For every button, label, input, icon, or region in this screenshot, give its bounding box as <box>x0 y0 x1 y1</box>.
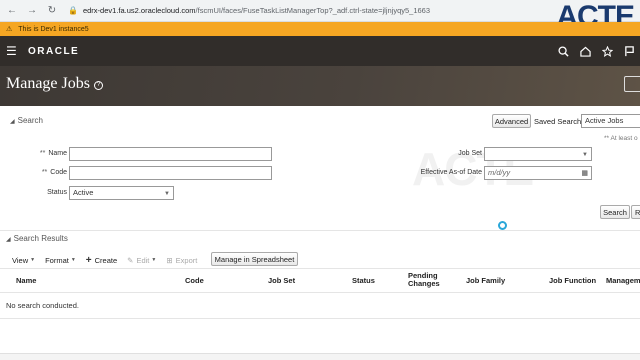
search-heading: Search <box>17 116 43 125</box>
chevron-down-icon: ▼ <box>164 191 170 197</box>
table-header-border <box>0 292 640 293</box>
page-title-band: Manage Jobs? <box>0 66 640 106</box>
status-label: Status <box>47 189 67 196</box>
oracle-logo: ORACLE <box>28 45 80 57</box>
job-set-select[interactable]: ▼ <box>484 147 592 161</box>
loading-spinner-icon <box>498 221 507 230</box>
lock-icon: 🔒 <box>68 6 78 15</box>
column-header-management[interactable]: Managem <box>606 277 640 285</box>
format-menu[interactable]: Format ▼ <box>45 256 76 265</box>
name-label: ** Name <box>30 150 67 157</box>
column-header-name[interactable]: Name <box>16 277 36 285</box>
star-icon[interactable] <box>596 40 618 62</box>
code-input[interactable] <box>69 166 272 180</box>
create-label: Create <box>94 255 118 265</box>
page-title: Manage Jobs? <box>6 75 103 93</box>
required-marker: ** <box>39 150 46 157</box>
chevron-down-icon: ▼ <box>151 257 157 263</box>
edit-label: Edit <box>136 255 150 265</box>
home-icon[interactable] <box>574 40 596 62</box>
status-select-value: Active <box>73 188 94 197</box>
column-header-code[interactable]: Code <box>185 277 204 285</box>
title-action-button[interactable] <box>624 76 640 92</box>
plus-icon: + <box>85 254 92 266</box>
browser-toolbar: ← → ↻ 🔒 edrx-dev1.fa.us2.oraclecloud.com… <box>0 0 640 22</box>
url-domain: edrx-dev1.fa.us2.oraclecloud.com <box>82 6 196 15</box>
chevron-down-icon: ▼ <box>582 152 588 158</box>
code-label: ** Code <box>30 169 67 176</box>
effective-date-placeholder: m/d/yy <box>488 168 511 177</box>
back-arrow-icon[interactable]: ← <box>4 3 20 19</box>
column-header-job-family[interactable]: Job Family <box>466 277 505 285</box>
pencil-icon: ✎ <box>127 255 134 265</box>
edit-button[interactable]: ✎ Edit ▼ <box>127 256 156 265</box>
saved-search-label: Saved Search <box>534 117 582 126</box>
chevron-down-icon: ▼ <box>70 257 76 263</box>
chevron-down-icon: ▼ <box>30 257 36 263</box>
warning-text: This is Dev1 instance5 <box>18 25 89 33</box>
page-title-text: Manage Jobs <box>6 75 90 92</box>
hamburger-menu-icon[interactable]: ☰ <box>6 44 28 58</box>
create-button[interactable]: + Create <box>86 255 117 266</box>
export-button[interactable]: ⊞ Export <box>166 256 197 265</box>
column-header-pending-changes[interactable]: Pending Changes <box>408 272 442 288</box>
instance-warning-bar: ⚠ This is Dev1 instance5 <box>0 22 640 36</box>
results-toolbar: View ▼ Format ▼ + Create ✎ Edit ▼ ⊞ Export <box>12 254 207 266</box>
manage-in-spreadsheet-button[interactable]: Manage in Spreadsheet <box>211 252 298 266</box>
calendar-icon[interactable]: ▦ <box>581 168 588 180</box>
oracle-header: ☰ ORACLE <box>0 36 640 66</box>
view-menu[interactable]: View ▼ <box>12 256 35 265</box>
help-icon[interactable]: ? <box>93 81 103 90</box>
warning-icon: ⚠ <box>6 26 13 33</box>
column-header-job-set[interactable]: Job Set <box>268 277 295 285</box>
url-path: /fscmUI/faces/FuseTaskListManagerTop?_ad… <box>195 6 431 15</box>
effective-date-label: Effective As-of Date <box>420 169 482 176</box>
reload-icon[interactable]: ↻ <box>44 3 60 19</box>
view-label: View <box>12 255 29 265</box>
search-icon[interactable] <box>552 40 574 62</box>
reset-button[interactable]: R <box>631 205 640 219</box>
export-label: Export <box>175 255 198 265</box>
effective-date-input[interactable]: m/d/yy ▦ <box>484 166 592 180</box>
column-header-job-function[interactable]: Job Function <box>549 277 596 285</box>
empty-results-message: No search conducted. <box>6 301 79 310</box>
advanced-button[interactable]: Advanced <box>492 114 531 128</box>
collapse-triangle-icon: ◢ <box>10 119 15 125</box>
search-button[interactable]: Search <box>600 205 630 219</box>
table-top-border <box>0 268 640 269</box>
section-divider <box>0 230 640 231</box>
collapse-triangle-icon: ◢ <box>6 237 11 243</box>
at-least-hint: ** At least o <box>604 135 638 142</box>
search-section-header[interactable]: ◢ Search <box>10 116 43 125</box>
bottom-strip <box>0 353 640 360</box>
flag-icon[interactable] <box>618 40 640 62</box>
column-header-status[interactable]: Status <box>352 277 375 285</box>
required-marker: ** <box>41 169 48 176</box>
code-label-text: Code <box>50 169 67 176</box>
format-label: Format <box>45 255 69 265</box>
name-label-text: Name <box>48 150 67 157</box>
status-select[interactable]: Active ▼ <box>69 186 174 200</box>
table-bottom-border <box>0 318 640 319</box>
job-set-label: Job Set <box>458 150 482 157</box>
forward-arrow-icon[interactable]: → <box>24 3 40 19</box>
search-results-heading: Search Results <box>13 234 68 243</box>
export-icon: ⊞ <box>166 255 173 265</box>
name-input[interactable] <box>69 147 272 161</box>
address-bar[interactable]: 🔒 edrx-dev1.fa.us2.oraclecloud.com/fscmU… <box>68 3 430 19</box>
search-results-header[interactable]: ◢ Search Results <box>6 234 68 243</box>
saved-search-select[interactable]: Active Jobs <box>581 114 640 128</box>
